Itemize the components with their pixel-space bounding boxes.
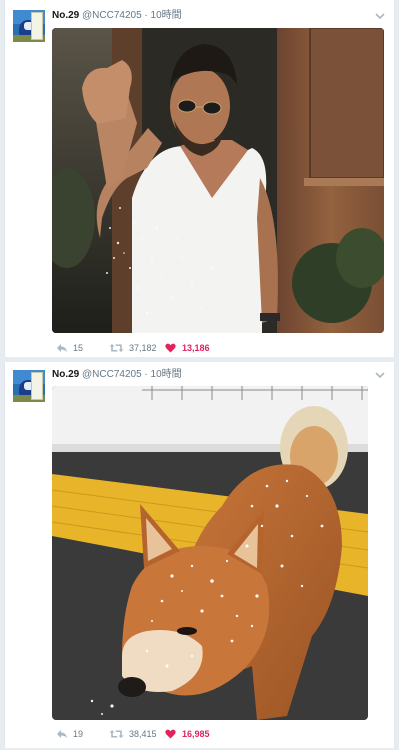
chevron-down-icon[interactable] [375, 12, 385, 20]
retweet-count: 38,415 [129, 729, 157, 739]
man-sprinkling-salt-photo [52, 28, 384, 333]
reply-count: 15 [73, 343, 84, 353]
separator: · [144, 369, 148, 380]
reply-icon [57, 344, 67, 352]
timestamp[interactable]: 10時間 [151, 10, 182, 21]
username[interactable]: @NCC74205 [82, 10, 142, 21]
heart-icon [165, 343, 176, 353]
reply-icon [57, 730, 67, 738]
avatar-frame [31, 12, 43, 40]
heart-icon [165, 729, 176, 739]
display-name[interactable]: No.29 [52, 10, 79, 21]
tweet-header: No.29 @NCC74205 · 10時間 [52, 368, 182, 382]
tweet-card[interactable]: No.29 @NCC74205 · 10時間 [4, 362, 395, 748]
username[interactable]: @NCC74205 [82, 369, 142, 380]
avatar-frame [31, 372, 43, 400]
display-name[interactable]: No.29 [52, 369, 79, 380]
separator: · [144, 10, 148, 21]
avatar[interactable] [13, 370, 45, 402]
tweet-card[interactable]: No.29 @NCC74205 · 10時間 [4, 0, 395, 357]
timestamp[interactable]: 10時間 [151, 369, 182, 380]
retweet-icon [109, 730, 124, 738]
tweet-header: No.29 @NCC74205 · 10時間 [52, 9, 182, 23]
tweet-photo[interactable] [52, 386, 368, 720]
tweet-photo[interactable] [52, 28, 384, 333]
avatar[interactable] [13, 10, 45, 42]
retweet-icon [109, 344, 124, 352]
chevron-down-icon[interactable] [375, 371, 385, 379]
shiba-dog-in-snow-photo [52, 386, 368, 720]
like-count: 16,985 [182, 729, 210, 739]
retweet-count: 37,182 [129, 343, 157, 353]
like-count: 13,186 [182, 343, 210, 353]
reply-count: 19 [73, 729, 84, 739]
